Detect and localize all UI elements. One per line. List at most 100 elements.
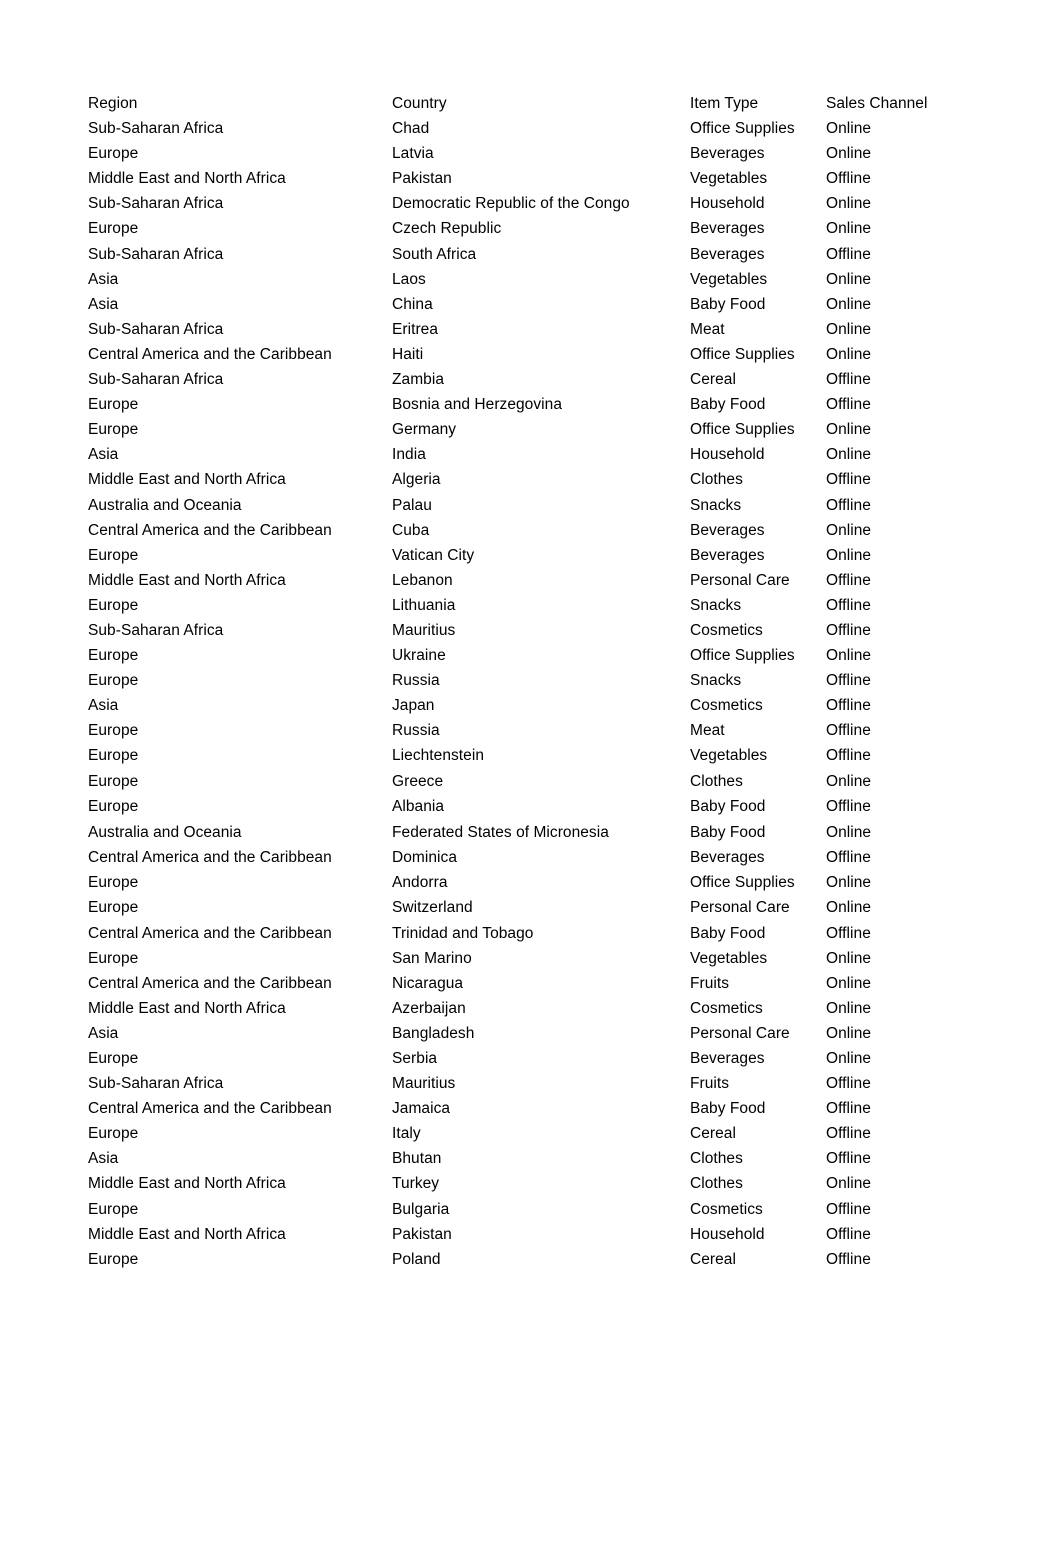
cell-region: Europe [88, 145, 139, 163]
table-row: Europe Poland Cereal Offline [88, 1247, 988, 1272]
cell-sales-channel: Online [826, 120, 872, 138]
cell-region: Sub-Saharan Africa [88, 621, 224, 639]
cell-sales-channel: Offline [826, 1150, 871, 1168]
cell-country: Germany [392, 421, 457, 439]
table-row: Asia India Household Online [88, 442, 988, 467]
cell-region: Asia [88, 270, 119, 288]
cell-region: Europe [88, 797, 139, 815]
cell-sales-channel: Offline [826, 245, 871, 263]
table-row: Europe Russia Snacks Offline [88, 668, 988, 693]
cell-item-type: Household [690, 1225, 765, 1243]
cell-sales-channel: Online [826, 145, 872, 163]
cell-country: Mauritius [392, 1075, 456, 1093]
cell-item-type: Baby Food [690, 797, 766, 815]
cell-item-type: Beverages [690, 521, 765, 539]
table-row: Central America and the Caribbean Dominic… [88, 845, 988, 870]
cell-sales-channel: Online [826, 521, 872, 539]
cell-sales-channel: Online [826, 195, 872, 213]
cell-country: Serbia [392, 1049, 438, 1067]
cell-sales-channel: Online [826, 1175, 872, 1193]
cell-region: Asia [88, 697, 119, 715]
cell-country: Eritrea [392, 320, 439, 338]
cell-sales-channel: Online [826, 270, 872, 288]
table-row: Europe Latvia Beverages Online [88, 141, 988, 166]
cell-item-type: Household [690, 195, 765, 213]
cell-sales-channel: Offline [826, 571, 871, 589]
table-row: Middle East and North Africa Pakistan Hous… [88, 1222, 988, 1247]
cell-sales-channel: Offline [826, 924, 871, 942]
table-row: Central America and the Caribbean Jamaica… [88, 1096, 988, 1121]
cell-region: Europe [88, 722, 139, 740]
cell-region: Europe [88, 1125, 139, 1143]
cell-country: Trinidad and Tobago [392, 924, 534, 942]
cell-region: Middle East and North Africa [88, 1225, 286, 1243]
cell-region: Central America and the Caribbean [88, 849, 332, 867]
cell-region: Asia [88, 1024, 119, 1042]
cell-item-type: Office Supplies [690, 421, 795, 439]
cell-sales-channel: Offline [826, 849, 871, 867]
cell-country: Czech Republic [392, 220, 502, 238]
table-row: Asia Bhutan Clothes Offline [88, 1146, 988, 1171]
cell-country: Dominica [392, 849, 458, 867]
table-row: Sub-Saharan Africa Democratic Republic of… [88, 191, 988, 216]
cell-region: Central America and the Caribbean [88, 974, 332, 992]
table-header: Region Country Item Type Sales Channel [88, 91, 988, 116]
cell-item-type: Baby Food [690, 396, 766, 414]
cell-sales-channel: Online [826, 772, 872, 790]
cell-sales-channel: Online [826, 899, 872, 917]
table-row: Sub-Saharan Africa Mauritius Cosmetics Offl… [88, 618, 988, 643]
cell-item-type: Beverages [690, 1049, 765, 1067]
table-body: Sub-Saharan Africa Chad Office Supplies Onl… [88, 116, 988, 1272]
cell-country: Algeria [392, 471, 441, 489]
cell-region: Middle East and North Africa [88, 170, 286, 188]
cell-region: Central America and the Caribbean [88, 924, 332, 942]
table-row: Sub-Saharan Africa South Africa Beverages O… [88, 242, 988, 267]
cell-item-type: Clothes [690, 471, 743, 489]
cell-country: Latvia [392, 145, 434, 163]
cell-region: Europe [88, 396, 139, 414]
cell-sales-channel: Offline [826, 747, 871, 765]
cell-item-type: Vegetables [690, 170, 768, 188]
table-row: Europe Serbia Beverages Online [88, 1046, 988, 1071]
cell-item-type: Cosmetics [690, 1200, 763, 1218]
cell-sales-channel: Online [826, 949, 872, 967]
cell-region: Europe [88, 596, 139, 614]
cell-sales-channel: Online [826, 295, 872, 313]
table-row: Sub-Saharan Africa Zambia Cereal Offline [88, 367, 988, 392]
cell-item-type: Fruits [690, 974, 730, 992]
cell-region: Sub-Saharan Africa [88, 320, 224, 338]
table-row: Europe Greece Clothes Online [88, 769, 988, 794]
cell-sales-channel: Online [826, 546, 872, 564]
cell-region: Europe [88, 747, 139, 765]
cell-country: South Africa [392, 245, 477, 263]
cell-sales-channel: Online [826, 974, 872, 992]
cell-region: Europe [88, 949, 139, 967]
cell-country: Jamaica [392, 1100, 451, 1118]
table-row: Sub-Saharan Africa Chad Office Supplies Onl… [88, 116, 988, 141]
cell-country: Japan [392, 697, 435, 715]
cell-country: Democratic Republic of the Congo [392, 195, 630, 213]
cell-region: Sub-Saharan Africa [88, 120, 224, 138]
cell-item-type: Beverages [690, 245, 765, 263]
cell-region: Asia [88, 1150, 119, 1168]
cell-sales-channel: Offline [826, 797, 871, 815]
cell-item-type: Personal Care [690, 1024, 790, 1042]
cell-sales-channel: Offline [826, 697, 871, 715]
cell-item-type: Office Supplies [690, 345, 795, 363]
table-row: Middle East and North Africa Turkey Clothe… [88, 1171, 988, 1196]
cell-sales-channel: Offline [826, 471, 871, 489]
cell-country: Federated States of Micronesia [392, 824, 609, 842]
cell-sales-channel: Offline [826, 672, 871, 690]
cell-sales-channel: Offline [826, 1075, 871, 1093]
cell-item-type: Snacks [690, 672, 742, 690]
table-row: Asia China Baby Food Online [88, 292, 988, 317]
cell-sales-channel: Offline [826, 1225, 871, 1243]
cell-item-type: Cosmetics [690, 999, 763, 1017]
cell-country: Ukraine [392, 647, 446, 665]
cell-sales-channel: Online [826, 1049, 872, 1067]
cell-sales-channel: Offline [826, 170, 871, 188]
cell-item-type: Beverages [690, 145, 765, 163]
table-row: Asia Japan Cosmetics Offline [88, 693, 988, 718]
cell-region: Europe [88, 1049, 139, 1067]
cell-sales-channel: Online [826, 874, 872, 892]
